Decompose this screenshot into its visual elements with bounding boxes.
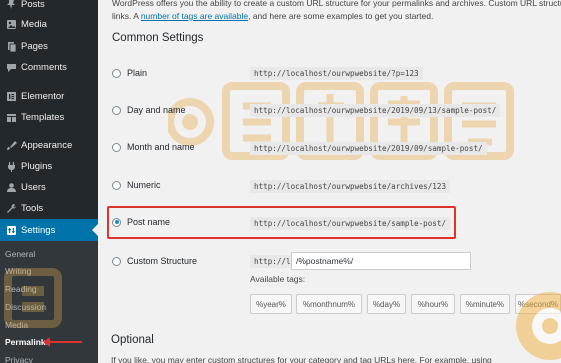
intro-text: WordPress offers you the ability to crea…	[112, 0, 561, 23]
section-title-common-settings: Common Settings	[112, 32, 204, 44]
intro-line-2-start: links. A	[112, 11, 141, 21]
url-example-numeric: http://localhost/ourwpwebsite/archives/1…	[250, 180, 451, 193]
intro-line-1: WordPress offers you the ability to crea…	[112, 0, 561, 8]
submenu-item-writing[interactable]: Writing	[5, 266, 31, 276]
submenu-item-general[interactable]: General	[5, 249, 35, 259]
option-row-month-and-name[interactable]: Month and name	[112, 137, 195, 157]
sidebar-item-label: Appearance	[21, 139, 73, 151]
sidebar-item-label: Settings	[21, 224, 56, 236]
elementor-icon	[5, 90, 17, 102]
tag-button-day[interactable]: %day%	[367, 294, 406, 314]
intro-line-2-end: , and here are some examples to get you …	[248, 11, 434, 21]
radio-numeric[interactable]	[112, 180, 121, 190]
option-label-plain: Plain	[127, 68, 148, 78]
sidebar-item-elementor[interactable]: Elementor	[0, 85, 98, 107]
tag-button-monthnum[interactable]: %monthnum%	[296, 294, 362, 314]
pages-icon	[5, 40, 17, 52]
sidebar-item-plugins[interactable]: Plugins	[0, 155, 98, 177]
sidebar-item-label: Templates	[21, 111, 65, 123]
radio-plain[interactable]	[112, 68, 121, 78]
url-example-day-and-name: http://localhost/ourwpwebsite/2019/09/13…	[250, 104, 501, 117]
sidebar-item-templates[interactable]: Templates	[0, 106, 98, 128]
option-row-day-and-name[interactable]: Day and name	[112, 100, 186, 120]
tag-button-year[interactable]: %year%	[250, 294, 292, 314]
tags-link[interactable]: number of tags are available	[141, 11, 248, 21]
sidebar-item-media[interactable]: Media	[0, 13, 98, 35]
option-label-day-and-name: Day and name	[127, 105, 186, 115]
tools-icon	[5, 202, 17, 214]
sidebar-item-settings[interactable]: Settings	[0, 219, 98, 241]
templates-icon	[5, 111, 17, 123]
option-row-custom-structure[interactable]: Custom Structure	[112, 251, 197, 271]
sidebar-item-label: Comments	[21, 61, 67, 73]
media-icon	[5, 18, 17, 30]
option-label-numeric: Numeric	[127, 180, 161, 190]
sidebar-item-comments[interactable]: Comments	[0, 56, 98, 78]
url-example-plain: http://localhost/ourwpwebsite/?p=123	[250, 67, 423, 80]
submenu-item-reading[interactable]: Reading	[5, 284, 37, 294]
sidebar-item-label: Pages	[21, 40, 48, 52]
section-title-optional: Optional	[111, 334, 154, 346]
sidebar-item-users[interactable]: Users	[0, 176, 98, 198]
optional-description: If you like, you may enter custom struct…	[111, 355, 492, 363]
submenu-item-privacy[interactable]: Privacy	[5, 355, 33, 363]
sidebar-item-appearance[interactable]: Appearance	[0, 134, 98, 156]
tag-button-second[interactable]: %second%	[515, 294, 561, 314]
option-row-plain[interactable]: Plain	[112, 63, 147, 83]
option-row-numeric[interactable]: Numeric	[112, 175, 161, 195]
annotation-arrow	[43, 337, 82, 347]
sidebar-item-label: Posts	[21, 0, 45, 10]
available-tags-label: Available tags:	[250, 274, 306, 284]
sidebar-item-pages[interactable]: Pages	[0, 35, 98, 57]
tag-button-hour[interactable]: %hour%	[411, 294, 455, 314]
sidebar-item-label: Plugins	[21, 160, 53, 172]
sidebar-item-tools[interactable]: Tools	[0, 197, 98, 219]
custom-structure-input[interactable]: /%postname%/	[291, 252, 471, 270]
comments-icon	[5, 61, 17, 73]
tag-button-minute[interactable]: %minute%	[460, 294, 510, 314]
radio-custom-structure[interactable]	[112, 256, 121, 266]
option-label-custom-structure: Custom Structure	[127, 256, 198, 266]
sidebar-item-label: Tools	[21, 202, 44, 214]
sidebar-item-label: Media	[21, 18, 47, 30]
submenu-item-discussion[interactable]: Discussion	[5, 302, 46, 312]
option-label-month-and-name: Month and name	[127, 142, 195, 152]
settings-icon	[5, 224, 17, 236]
radio-day-and-name[interactable]	[112, 105, 121, 115]
users-icon	[5, 181, 17, 193]
annotation-highlight-box	[107, 206, 456, 239]
sidebar-item-label: Users	[21, 181, 46, 193]
sidebar-item-label: Elementor	[21, 90, 65, 102]
admin-sidebar: Posts Media Pages Comments Elementor Tem…	[0, 0, 98, 363]
radio-month-and-name[interactable]	[112, 142, 121, 152]
plugins-icon	[5, 160, 17, 172]
submenu-item-media[interactable]: Media	[5, 320, 28, 330]
pin-icon	[5, 0, 17, 10]
url-example-month-and-name: http://localhost/ourwpwebsite/2019/09/sa…	[250, 142, 487, 155]
appearance-icon	[5, 139, 17, 151]
